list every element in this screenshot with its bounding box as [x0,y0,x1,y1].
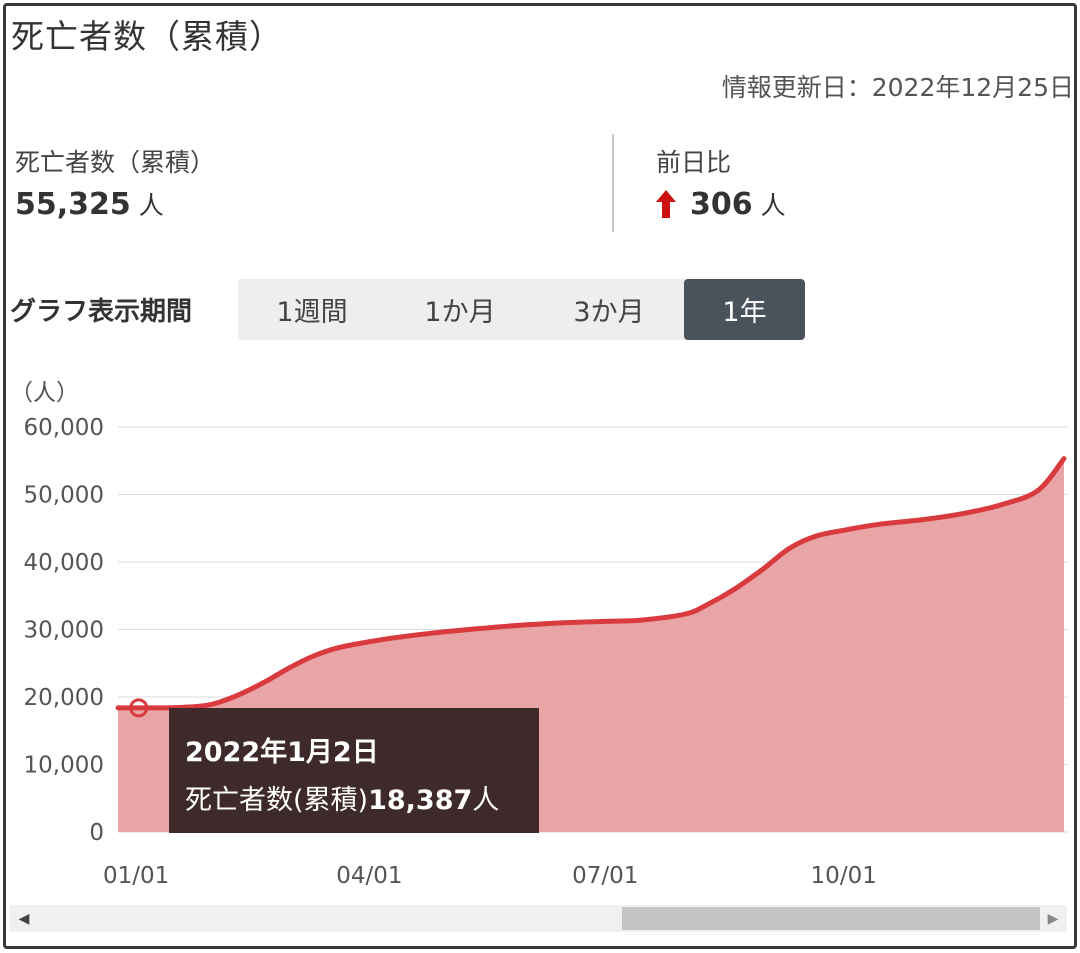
y-tick-label: 0 [89,820,104,846]
daily-change-unit: 人 [760,191,786,220]
total-deaths-value: 55,325 人 [15,186,164,222]
x-tick-label: 07/01 [572,863,638,889]
total-deaths-label: 死亡者数（累積） [15,148,216,177]
tab-1-year[interactable]: 1年 [684,279,805,340]
up-arrow-icon [656,190,676,226]
y-tick-label: 60,000 [24,415,104,441]
update-date: 情報更新日：2022年12月25日 [721,73,1074,102]
total-deaths-number: 55,325 [15,187,131,222]
tooltip-value: 18,387 [368,785,473,816]
tooltip-unit: 人 [472,785,500,816]
x-tick-label: 04/01 [336,863,402,889]
y-tick-label: 50,000 [24,483,104,509]
x-tick-label: 10/01 [811,863,877,889]
chart-scrollbar[interactable]: ◀ ▶ [10,905,1067,932]
daily-change-value: 306 人 [656,186,786,226]
period-label: グラフ表示期間 [10,297,193,327]
tab-3-months[interactable]: 3か月 [534,279,684,340]
stat-divider [612,134,614,232]
x-tick-label: 01/01 [103,863,169,889]
tooltip-date: 2022年1月2日 [185,737,379,768]
daily-change-label: 前日比 [656,148,732,177]
scroll-right-arrow-icon[interactable]: ▶ [1041,905,1065,932]
chart-card: 死亡者数（累積） 情報更新日：2022年12月25日 死亡者数（累積） 55,3… [3,3,1077,949]
y-tick-label: 10,000 [24,753,104,779]
chart-tooltip: 2022年1月2日 死亡者数(累積)18,387人 [169,708,539,833]
tooltip-label: 死亡者数(累積) [185,785,369,816]
scrollbar-thumb[interactable] [622,907,1040,930]
tooltip-line: 死亡者数(累積)18,387人 [185,778,499,817]
tab-1-month[interactable]: 1か月 [386,279,534,340]
y-tick-label: 20,000 [24,685,104,711]
cumulative-deaths-chart: 0 10,000 20,000 30,000 40,000 50,000 60,000 01/… [24,415,1068,889]
tab-1-week[interactable]: 1週間 [238,279,386,340]
daily-change-number: 306 [690,187,753,222]
page-title: 死亡者数（累積） [11,17,283,56]
y-tick-label: 30,000 [24,618,104,644]
total-deaths-unit: 人 [138,191,164,220]
scroll-left-arrow-icon[interactable]: ◀ [12,905,36,932]
period-tabs: 1週間 1か月 3か月 1年 [238,279,805,340]
y-tick-label: 40,000 [24,550,104,576]
